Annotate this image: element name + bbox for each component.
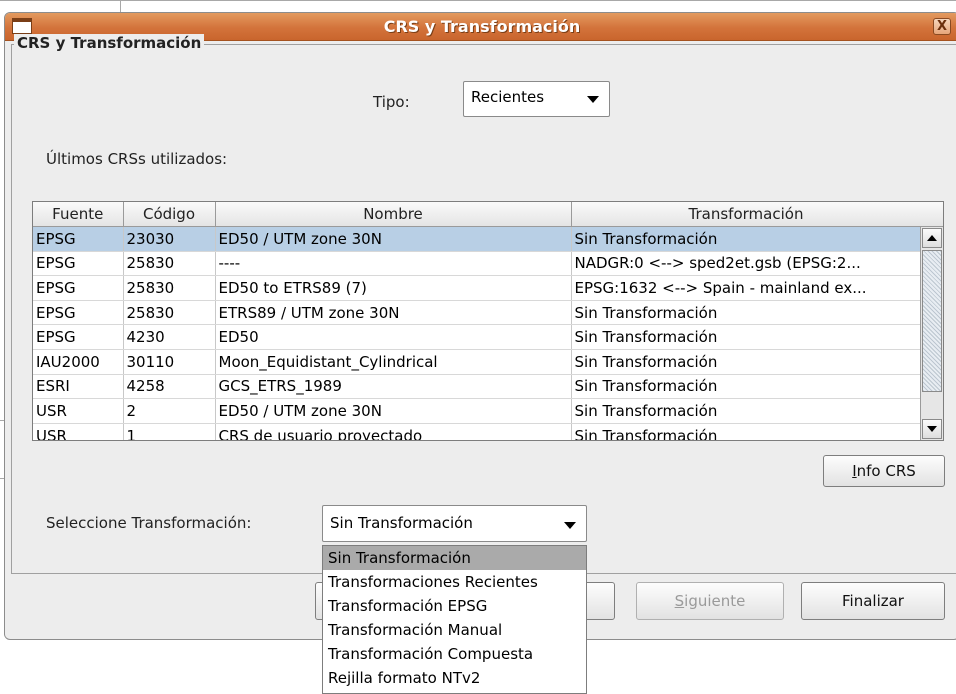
finalizar-button[interactable]: Finalizar xyxy=(801,582,945,620)
cell-nombre: ---- xyxy=(215,251,572,277)
cell-transformacion: Sin Transformación xyxy=(571,398,922,424)
cell-codigo: 30110 xyxy=(123,349,216,375)
siguiente-label: iguiente xyxy=(684,592,746,610)
column-header-nombre[interactable]: Nombre xyxy=(215,202,572,227)
option-transformaciones-recientes[interactable]: Transformaciones Recientes xyxy=(323,570,586,594)
cell-codigo: 4230 xyxy=(123,324,216,350)
cell-fuente: EPSG xyxy=(33,275,124,301)
transform-label: Seleccione Transformación: xyxy=(46,514,252,532)
cell-fuente: EPSG xyxy=(33,251,124,277)
option-transformacion-compuesta[interactable]: Transformación Compuesta xyxy=(323,642,586,666)
table-row[interactable]: ESRI 4258 GCS_ETRS_1989 Sin Transformaci… xyxy=(33,374,922,400)
column-header-transformacion[interactable]: Transformación xyxy=(571,202,922,227)
table-header-corner xyxy=(919,202,943,227)
cell-transformacion: Sin Transformación xyxy=(571,349,922,375)
option-transformacion-epsg[interactable]: Transformación EPSG xyxy=(323,594,586,618)
tipo-select[interactable]: Recientes xyxy=(463,81,610,117)
info-crs-button[interactable]: Info CRS xyxy=(823,455,945,487)
group-title: CRS y Transformación xyxy=(14,34,205,52)
cell-nombre: Moon_Equidistant_Cylindrical xyxy=(215,349,572,375)
column-header-codigo[interactable]: Código xyxy=(123,202,216,227)
column-header-fuente[interactable]: Fuente xyxy=(33,202,124,227)
cell-nombre: ED50 / UTM zone 30N xyxy=(215,226,572,252)
cell-fuente: EPSG xyxy=(33,300,124,326)
chevron-down-icon xyxy=(587,96,599,103)
cell-fuente: EPSG xyxy=(33,324,124,350)
table-row[interactable]: EPSG 4230 ED50 Sin Transformación xyxy=(33,324,922,350)
siguiente-button[interactable]: Siguiente xyxy=(636,582,784,620)
cell-transformacion: Sin Transformación xyxy=(571,226,922,252)
scroll-up-icon[interactable] xyxy=(922,228,942,248)
cell-codigo: 2 xyxy=(123,398,216,424)
cell-transformacion: Sin Transformación xyxy=(571,423,922,440)
cell-transformacion: EPSG:1632 <--> Spain - mainland ex... xyxy=(571,275,922,301)
option-rejilla-ntv2[interactable]: Rejilla formato NTv2 xyxy=(323,666,586,690)
scroll-down-icon[interactable] xyxy=(922,419,942,439)
recent-crs-label: Últimos CRSs utilizados: xyxy=(46,150,228,168)
cell-fuente: USR xyxy=(33,423,124,440)
cell-codigo: 4258 xyxy=(123,374,216,400)
info-crs-label: nfo CRS xyxy=(856,462,916,480)
table-row[interactable]: USR 1 CRS de usuario proyectado Sin Tran… xyxy=(33,423,922,440)
table-row[interactable]: EPSG 23030 ED50 / UTM zone 30N Sin Trans… xyxy=(33,226,922,252)
finalizar-label: Finalizar xyxy=(842,592,904,610)
transform-select[interactable]: Sin Transformación xyxy=(322,505,587,542)
cell-fuente: IAU2000 xyxy=(33,349,124,375)
cell-fuente: USR xyxy=(33,398,124,424)
cell-transformacion: Sin Transformación xyxy=(571,324,922,350)
scrollbar-thumb[interactable] xyxy=(922,250,942,392)
cell-nombre: ED50 to ETRS89 (7) xyxy=(215,275,572,301)
cell-nombre: CRS de usuario proyectado xyxy=(215,423,572,440)
cell-codigo: 23030 xyxy=(123,226,216,252)
cell-nombre: ETRS89 / UTM zone 30N xyxy=(215,300,572,326)
tipo-label: Tipo: xyxy=(373,93,410,111)
transform-select-value: Sin Transformación xyxy=(330,514,473,532)
cell-nombre: ED50 xyxy=(215,324,572,350)
cell-transformacion: NADGR:0 <--> sped2et.gsb (EPSG:2... xyxy=(571,251,922,277)
transform-options-list[interactable]: Sin Transformación Transformaciones Reci… xyxy=(322,545,587,694)
cell-codigo: 25830 xyxy=(123,275,216,301)
cell-nombre: GCS_ETRS_1989 xyxy=(215,374,572,400)
table-row[interactable]: EPSG 25830 ETRS89 / UTM zone 30N Sin Tra… xyxy=(33,300,922,326)
crs-table: Fuente Código Nombre Transformación EPSG… xyxy=(32,201,944,441)
table-row[interactable]: IAU2000 30110 Moon_Equidistant_Cylindric… xyxy=(33,349,922,375)
cell-transformacion: Sin Transformación xyxy=(571,300,922,326)
cell-nombre: ED50 / UTM zone 30N xyxy=(215,398,572,424)
cell-fuente: EPSG xyxy=(33,226,124,252)
cell-codigo: 25830 xyxy=(123,251,216,277)
option-transformacion-manual[interactable]: Transformación Manual xyxy=(323,618,586,642)
table-scrollbar[interactable] xyxy=(920,227,943,440)
background-line xyxy=(120,0,121,12)
table-row[interactable]: EPSG 25830 ED50 to ETRS89 (7) EPSG:1632 … xyxy=(33,275,922,301)
cell-codigo: 1 xyxy=(123,423,216,440)
cell-transformacion: Sin Transformación xyxy=(571,374,922,400)
background-line xyxy=(0,0,956,1)
close-icon[interactable]: X xyxy=(933,18,951,35)
tipo-select-value: Recientes xyxy=(471,88,545,106)
cell-codigo: 25830 xyxy=(123,300,216,326)
chevron-down-icon xyxy=(564,522,576,529)
table-row[interactable]: USR 2 ED50 / UTM zone 30N Sin Transforma… xyxy=(33,398,922,424)
siguiente-mnemonic: S xyxy=(674,592,685,610)
table-row[interactable]: EPSG 25830 ---- NADGR:0 <--> sped2et.gsb… xyxy=(33,251,922,277)
option-sin-transformacion[interactable]: Sin Transformación xyxy=(323,546,586,570)
cell-fuente: ESRI xyxy=(33,374,124,400)
